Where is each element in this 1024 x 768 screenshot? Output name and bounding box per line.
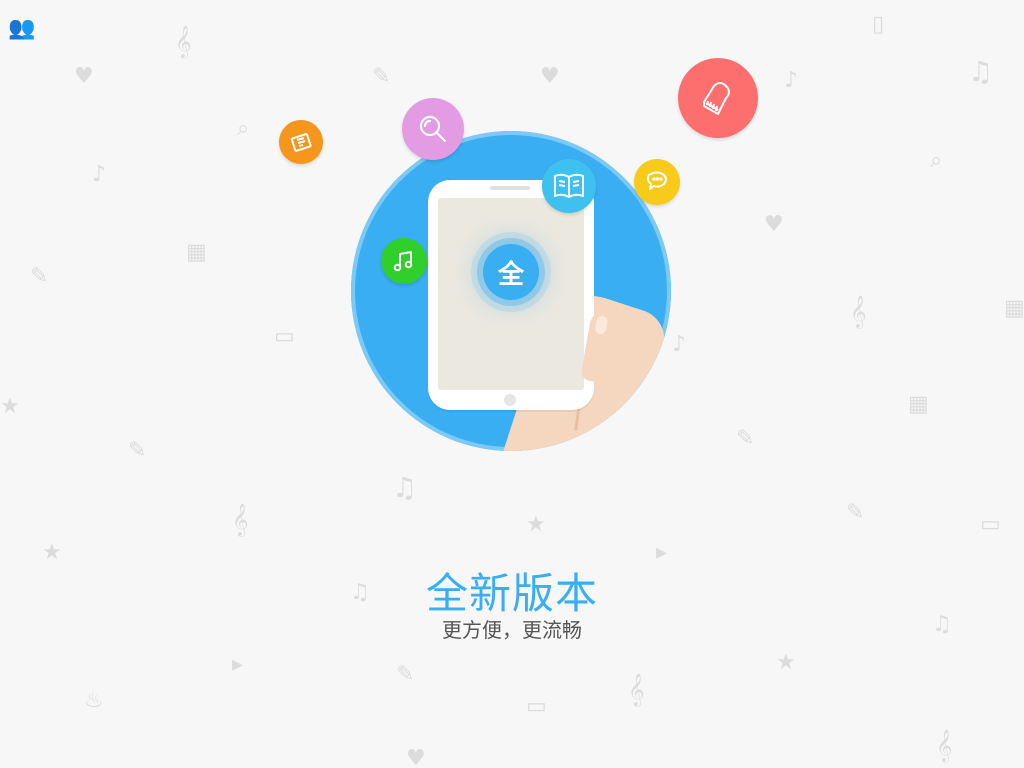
piano-doodle-icon: ▦ (186, 240, 207, 265)
search-icon (402, 98, 464, 160)
book-icon (542, 159, 596, 213)
note-doodle-icon: ♪ (784, 68, 799, 93)
play-doodle-icon: ▸ (232, 652, 244, 677)
search-doodle-icon: ⌕ (237, 116, 250, 141)
list-icon (279, 120, 323, 164)
mic-doodle-icon: ✎ (128, 438, 147, 463)
subline: 更方便，更流畅 (442, 618, 582, 642)
phone-doodle-icon: ▯ (872, 12, 885, 37)
mic-doodle-icon: ✎ (846, 500, 865, 525)
music-note-icon (381, 238, 427, 284)
splash-screen: 👥 𝄞 ♥ ♥ ⌕ ✎ ▯ ♪ ♫ ⌕ ♪ ♥ ▦ ✎ 𝄞 ▦ ▭ ♪ ★ ▦ … (0, 0, 1024, 768)
pen-doodle-icon: ✎ (736, 426, 755, 451)
heart-doodle-icon: ♥ (764, 212, 784, 237)
music-doodle-icon: ♫ (968, 55, 994, 88)
tablet-speaker (490, 186, 530, 190)
book-doodle-icon: ▭ (274, 324, 295, 349)
headline: 全新版本 (425, 569, 598, 618)
heart-doodle-icon: ♥ (74, 64, 94, 89)
treble-clef-doodle-icon: 𝄞 (628, 673, 645, 706)
piano-icon (678, 58, 758, 138)
book-doodle-icon: ▭ (526, 694, 547, 719)
note-doodle-icon: ♪ (92, 162, 107, 187)
heart-doodle-icon: ♥ (540, 64, 560, 89)
thumb-nail (594, 315, 609, 335)
treble-clef-doodle-icon: 𝄞 (175, 25, 192, 58)
tablet-home-button (504, 394, 516, 406)
piano-doodle-icon: ▦ (908, 392, 929, 417)
search-doodle-icon: ⌕ (930, 148, 943, 173)
treble-clef-doodle-icon: 𝄞 (232, 503, 249, 536)
mic-doodle-icon: ♨ (84, 688, 104, 713)
music-doodle-icon: ♫ (392, 471, 418, 504)
users-doodle-icon: 👥 (8, 16, 36, 41)
book-doodle-icon: ▭ (980, 512, 1001, 537)
star-doodle-icon: ★ (0, 394, 20, 419)
star-doodle-icon: ★ (526, 512, 546, 537)
piano-doodle-icon: ▦ (1004, 296, 1024, 321)
treble-clef-doodle-icon: 𝄞 (936, 729, 953, 762)
note-doodle-icon: ♪ (672, 332, 687, 357)
mic-doodle-icon: ✎ (396, 662, 415, 687)
pen-doodle-icon: ✎ (30, 264, 49, 289)
chat-icon (634, 159, 680, 205)
star-doodle-icon: ★ (776, 650, 796, 675)
pen-doodle-icon: ✎ (372, 64, 391, 89)
heart-doodle-icon: ♥ (406, 746, 426, 768)
treble-clef-doodle-icon: 𝄞 (850, 295, 867, 328)
center-badge: 全 (483, 244, 539, 300)
